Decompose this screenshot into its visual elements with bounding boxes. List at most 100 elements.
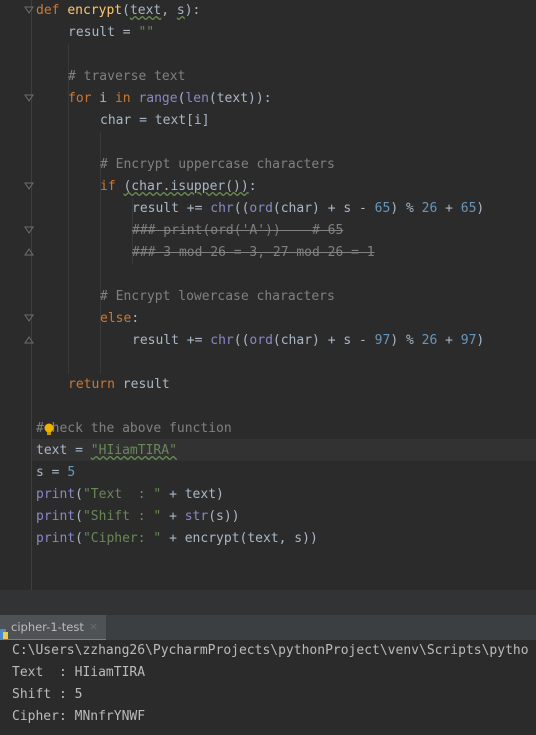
code-token: (	[75, 509, 83, 524]
keyword-in: in	[114, 91, 131, 106]
number-literal: 26	[421, 333, 438, 348]
comment-line: # traverse text	[68, 69, 186, 84]
keyword-def: def	[36, 3, 60, 18]
code-token: result	[114, 377, 170, 392]
string-literal: "Cipher: "	[82, 531, 162, 546]
code-token: :	[131, 311, 140, 326]
code-line: result = ""	[68, 22, 154, 44]
code-token: ,	[161, 3, 177, 18]
builtin-ord: ord	[249, 201, 273, 216]
keyword-for: for	[68, 91, 92, 106]
function-name: encrypt	[67, 3, 123, 18]
code-token: + text)	[161, 487, 224, 502]
code-line: print("Shift : " + str(s))	[36, 506, 240, 528]
builtin-chr: chr	[210, 333, 234, 348]
panel-divider[interactable]	[0, 590, 536, 614]
code-line: for i in range(len(text)):	[68, 88, 272, 110]
comment-line: # Encrypt lowercase characters	[100, 289, 335, 304]
tab-label: cipher-1-test	[11, 620, 84, 634]
console-line: C:\Users\zzhang26\PycharmProjects\python…	[12, 643, 529, 658]
code-token: +	[161, 509, 185, 524]
fold-arrow-icon[interactable]	[24, 225, 34, 235]
builtin-print: print	[36, 487, 76, 502]
keyword-return: return	[68, 377, 115, 392]
code-token: (	[75, 487, 83, 502]
fold-arrow-icon[interactable]	[24, 93, 34, 103]
code-token: :	[248, 179, 257, 194]
comment-text: check the above function	[43, 421, 232, 436]
code-token: text =	[36, 443, 91, 458]
run-tab-bar: cipher-1-test ×	[0, 614, 536, 641]
string-literal: "Shift : "	[82, 509, 162, 524]
string-literal: ""	[138, 25, 155, 40]
comment-line: ### 3 mod 26 = 3, 27 mod 26 = 1	[132, 245, 375, 260]
builtin-ord: ord	[249, 333, 273, 348]
editor-gutter[interactable]	[0, 0, 32, 590]
code-token: (text)):	[208, 91, 272, 106]
fold-arrow-icon[interactable]	[24, 181, 34, 191]
code-line: char = text[i]	[100, 113, 210, 128]
code-token: s =	[36, 465, 68, 480]
number-literal: 97	[460, 333, 477, 348]
comment-line: # Encrypt uppercase characters	[100, 157, 335, 172]
builtin-print: print	[36, 509, 76, 524]
comment-hash: #	[36, 421, 44, 436]
builtin-len: len	[185, 91, 209, 106]
code-line: def encrypt(text, s):	[36, 0, 200, 22]
code-token: + encrypt(text, s))	[161, 531, 318, 546]
number-literal: 5	[67, 465, 76, 480]
param-s: s	[176, 3, 185, 18]
code-line: text = "HIiamTIRA"	[36, 440, 177, 462]
builtin-range: range	[138, 91, 178, 106]
code-token: ((	[233, 201, 250, 216]
number-literal: 65	[460, 201, 477, 216]
number-literal: 97	[374, 333, 391, 348]
gutter-divider	[31, 0, 32, 590]
builtin-print: print	[36, 531, 76, 546]
code-token: +	[437, 333, 461, 348]
comment-line: #check the above function	[36, 418, 232, 440]
comment-line: ### print(ord('A')) # 65	[132, 223, 344, 238]
builtin-chr: chr	[210, 201, 234, 216]
tab-cipher-1-test[interactable]: cipher-1-test ×	[0, 614, 107, 641]
code-token: (	[75, 531, 83, 546]
code-token: (char) + s -	[272, 201, 375, 216]
number-literal: 26	[421, 201, 438, 216]
code-line: print("Text : " + text)	[36, 484, 224, 506]
code-token: result +=	[132, 201, 211, 216]
intention-bulb-icon[interactable]	[44, 423, 54, 437]
code-token: +	[437, 201, 461, 216]
python-file-icon	[0, 622, 8, 639]
builtin-str: str	[184, 509, 209, 524]
fold-end-icon[interactable]	[24, 247, 34, 257]
code-editor[interactable]: def encrypt(text, s): result = "" # trav…	[0, 0, 536, 590]
code-token: result =	[68, 25, 139, 40]
code-line: s = 5	[36, 462, 75, 484]
code-line: return result	[68, 374, 170, 396]
close-icon[interactable]: ×	[89, 614, 98, 640]
code-line: result += chr((ord(char) + s - 65) % 26 …	[132, 198, 484, 220]
run-console[interactable]: C:\Users\zzhang26\PycharmProjects\python…	[0, 640, 536, 735]
code-line: print("Cipher: " + encrypt(text, s))	[36, 528, 318, 550]
code-token: ) %	[390, 333, 422, 348]
code-token: (	[122, 3, 130, 18]
string-literal: "HIiamTIRA"	[90, 443, 177, 458]
console-line: Shift : 5	[12, 687, 83, 702]
code-token: i	[91, 91, 115, 106]
code-token: )	[476, 201, 485, 216]
code-token: )	[476, 333, 485, 348]
code-token: (s))	[208, 509, 240, 524]
condition: (char.isupper())	[123, 179, 249, 194]
code-token: ) %	[390, 201, 422, 216]
keyword-else: else	[100, 311, 132, 326]
code-line: result += chr((ord(char) + s - 97) % 26 …	[132, 330, 484, 352]
console-line: Cipher: MNnfrYNWF	[12, 709, 146, 724]
fold-arrow-icon[interactable]	[24, 5, 34, 15]
code-token: ):	[184, 3, 201, 18]
code-token: result +=	[132, 333, 211, 348]
fold-arrow-icon[interactable]	[24, 313, 34, 323]
number-literal: 65	[374, 201, 391, 216]
code-token: (char) + s -	[272, 333, 375, 348]
fold-end-icon[interactable]	[24, 335, 34, 345]
string-literal: "Text : "	[82, 487, 162, 502]
